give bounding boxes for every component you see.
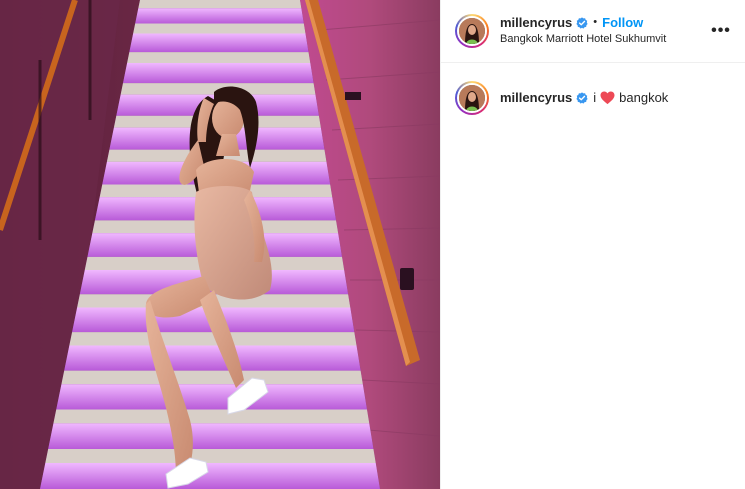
post-header: millencyrus • Follow Bangkok Marriott Ho… — [441, 0, 745, 63]
caption: millencyrus i bangkok — [441, 63, 745, 115]
caption-verified-badge-icon — [576, 92, 588, 104]
story-ring[interactable] — [455, 14, 489, 48]
heart-icon — [600, 91, 615, 105]
caption-text-suffix: bangkok — [619, 89, 669, 105]
more-options-icon[interactable]: ••• — [709, 19, 733, 43]
caption-username[interactable]: millencyrus — [500, 90, 572, 106]
follow-button[interactable]: Follow — [602, 15, 643, 31]
stair-riser — [135, 8, 304, 24]
stair-tread — [138, 0, 302, 9]
stair-tread — [127, 52, 311, 64]
username[interactable]: millencyrus — [500, 15, 572, 31]
stair-tread — [45, 449, 376, 464]
caption-text-prefix: i — [593, 89, 597, 105]
stair-tread — [133, 23, 306, 34]
avatar[interactable] — [457, 16, 487, 46]
caption-avatar[interactable] — [457, 83, 487, 113]
staircase-photo — [0, 0, 440, 489]
instagram-post: millencyrus • Follow Bangkok Marriott Ho… — [0, 0, 745, 489]
caption-story-ring[interactable] — [455, 81, 489, 115]
verified-badge-icon — [576, 17, 588, 29]
stair-riser — [48, 423, 374, 450]
stair-riser — [64, 345, 361, 371]
stair-riser — [122, 63, 314, 84]
stair-tread — [61, 370, 363, 385]
stair-tread — [53, 409, 370, 424]
stair-riser — [56, 384, 368, 410]
location-link[interactable]: Bangkok Marriott Hotel Sukhumvit — [500, 33, 709, 47]
separator-dot: • — [593, 16, 598, 29]
post-side-panel: millencyrus • Follow Bangkok Marriott Ho… — [440, 0, 745, 489]
post-photo[interactable] — [0, 0, 440, 489]
stair-riser — [129, 33, 309, 53]
stair-riser — [40, 463, 380, 489]
